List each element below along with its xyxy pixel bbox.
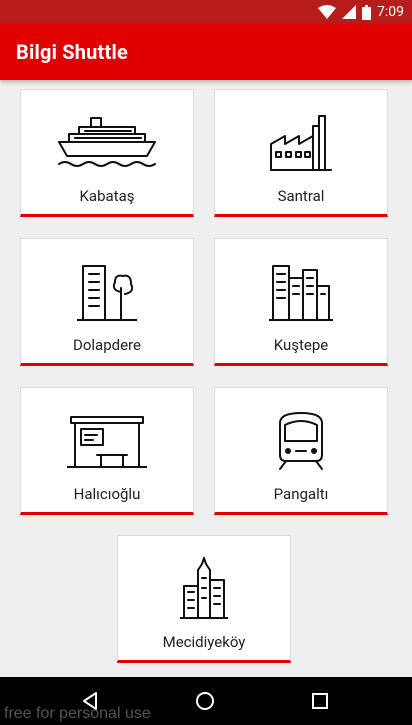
recents-icon[interactable] [308,689,332,713]
tile-santral[interactable]: Santral [214,89,388,217]
watermark-text: free for personal use [4,705,151,722]
signal-icon [342,5,356,19]
factory-icon [246,106,356,178]
tile-label: Mecidiyeköy [162,633,246,651]
battery-icon [362,4,371,20]
tile-label: Dolapdere [73,336,141,354]
destination-grid: Kabataş Santral Dolapdere Kuştepe Halıcı… [0,80,412,677]
wifi-icon [318,5,336,19]
train-icon [246,404,356,476]
tile-label: Halıcıoğlu [73,485,141,503]
skyscrapers-icon [149,552,259,624]
navigation-bar: free for personal use [0,677,412,725]
app-title: Bilgi Shuttle [16,40,128,64]
tile-label: Kuştepe [273,336,329,354]
tile-label: Santral [277,187,325,205]
bus-stop-icon [52,404,162,476]
building-tree-icon [52,255,162,327]
status-time: 7:09 [377,4,404,20]
app-bar: Bilgi Shuttle [0,24,412,80]
status-bar: 7:09 [0,0,412,24]
tile-kustepe[interactable]: Kuştepe [214,238,388,366]
status-icons: 7:09 [318,3,404,21]
ship-icon [52,106,162,178]
home-icon[interactable] [193,689,217,713]
tile-mecidiyekoy[interactable]: Mecidiyeköy [117,535,291,663]
tile-label: Pangaltı [273,485,329,503]
city-buildings-icon [246,255,356,327]
tile-dolapdere[interactable]: Dolapdere [20,238,194,366]
tile-pangalti[interactable]: Pangaltı [214,387,388,515]
tile-kabatas[interactable]: Kabataş [20,89,194,217]
tile-label: Kabataş [79,187,135,205]
tile-halicioglu[interactable]: Halıcıoğlu [20,387,194,515]
